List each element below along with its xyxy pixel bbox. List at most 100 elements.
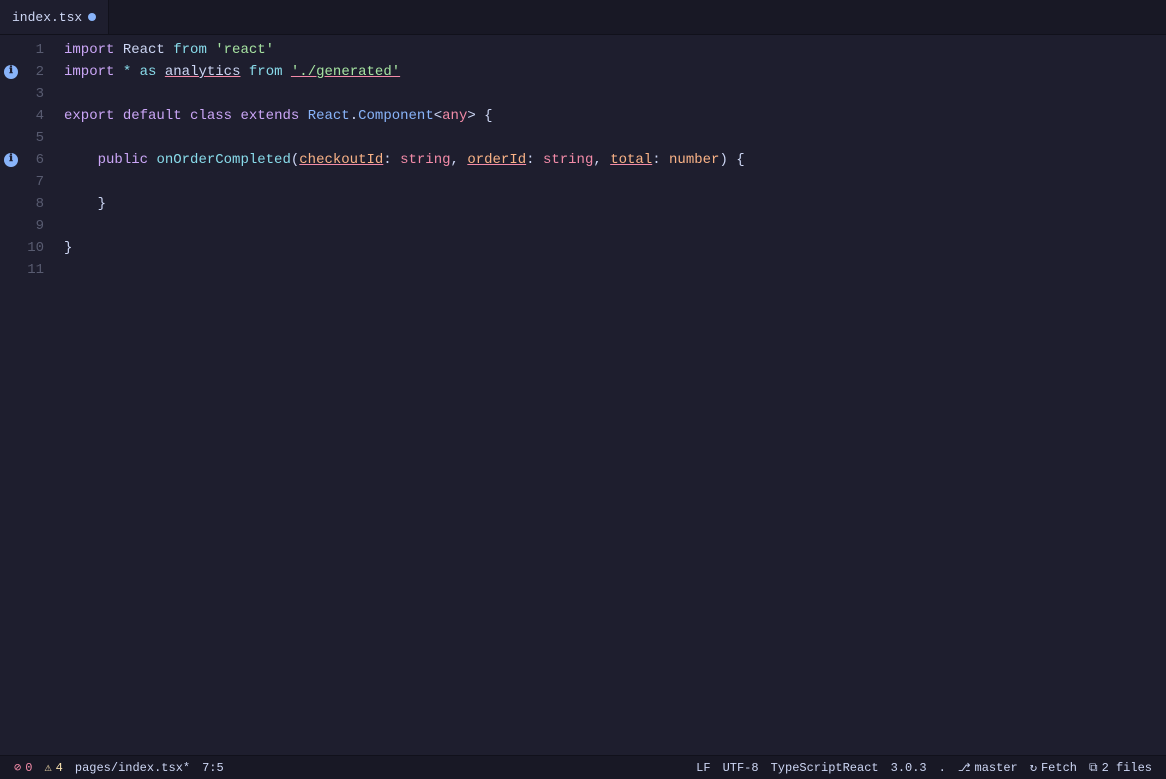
code-editor: 1ℹ2345ℹ67891011 import React from 'react… <box>0 35 1166 755</box>
line-numbers: 1ℹ2345ℹ67891011 <box>0 39 60 755</box>
code-line: } <box>64 237 1166 259</box>
token: . <box>350 105 358 127</box>
token: './generated' <box>291 61 400 83</box>
token <box>64 149 98 171</box>
code-line: import React from 'react' <box>64 39 1166 61</box>
token: class <box>190 105 232 127</box>
line-number: 3 <box>36 83 44 105</box>
token <box>131 61 139 83</box>
gutter-line: 3 <box>0 83 44 105</box>
token <box>114 61 122 83</box>
code-line: export default class extends React.Compo… <box>64 105 1166 127</box>
line-number: 7 <box>36 171 44 193</box>
tab-filename: index.tsx <box>12 10 82 25</box>
line-ending-text: LF <box>696 761 710 775</box>
dot-text: . <box>939 761 946 775</box>
token <box>148 149 156 171</box>
token <box>240 61 248 83</box>
line-number: 8 <box>36 193 44 215</box>
cursor-position[interactable]: 7:5 <box>196 756 230 779</box>
token <box>182 105 190 127</box>
token: , <box>593 149 610 171</box>
token: checkoutId <box>299 149 383 171</box>
fetch-item[interactable]: ↻ Fetch <box>1024 756 1083 779</box>
code-line <box>64 259 1166 281</box>
line-number: 9 <box>36 215 44 237</box>
token: public <box>98 149 148 171</box>
fetch-label: Fetch <box>1041 761 1077 775</box>
code-line: import * as analytics from './generated' <box>64 61 1166 83</box>
line-number: 11 <box>27 259 44 281</box>
token: from <box>173 39 207 61</box>
files-item[interactable]: ⧉ 2 files <box>1083 756 1158 779</box>
line-number: 2 <box>36 61 44 83</box>
code-line <box>64 127 1166 149</box>
sync-icon: ↻ <box>1030 760 1037 775</box>
token: import <box>64 39 114 61</box>
token: onOrderCompleted <box>156 149 290 171</box>
token: > { <box>467 105 492 127</box>
token: ( <box>291 149 299 171</box>
language-mode[interactable]: TypeScriptReact <box>765 756 885 779</box>
token: analytics <box>165 61 241 83</box>
branch-icon: ⎇ <box>958 761 971 775</box>
code-content[interactable]: import React from 'react'import * as ana… <box>60 39 1166 755</box>
files-icon: ⧉ <box>1089 761 1098 775</box>
line-number: 6 <box>36 149 44 171</box>
gutter-line: ℹ6 <box>0 149 44 171</box>
token: export <box>64 105 114 127</box>
code-line <box>64 215 1166 237</box>
gutter-line: 1 <box>0 39 44 61</box>
token: any <box>442 105 467 127</box>
code-line: } <box>64 193 1166 215</box>
token: , <box>451 149 468 171</box>
code-line: public onOrderCompleted(checkoutId: stri… <box>64 149 1166 171</box>
token: default <box>123 105 182 127</box>
token: orderId <box>467 149 526 171</box>
version-item[interactable]: 3.0.3 <box>885 756 933 779</box>
tab-modified-dot <box>88 13 96 21</box>
code-area: 1ℹ2345ℹ67891011 import React from 'react… <box>0 35 1166 755</box>
code-line <box>64 171 1166 193</box>
branch-item[interactable]: ⎇ master <box>952 756 1024 779</box>
token: } <box>64 237 72 259</box>
filepath-item[interactable]: pages/index.tsx* <box>69 756 196 779</box>
tab-index-tsx[interactable]: index.tsx <box>0 0 109 34</box>
token <box>283 61 291 83</box>
token: ) { <box>719 149 744 171</box>
warning-count[interactable]: ⚠ 4 <box>38 756 68 779</box>
language-text: TypeScriptReact <box>771 761 879 775</box>
warning-icon: ⚠ <box>44 760 51 775</box>
token <box>156 61 164 83</box>
token: React <box>114 39 173 61</box>
error-number: 0 <box>25 761 32 775</box>
warning-number: 4 <box>56 761 63 775</box>
token: string <box>400 149 450 171</box>
error-count[interactable]: ⊘ 0 <box>8 756 38 779</box>
line-number: 4 <box>36 105 44 127</box>
error-icon: ⊘ <box>14 760 21 775</box>
token: * <box>123 61 131 83</box>
encoding[interactable]: UTF-8 <box>717 756 765 779</box>
token: : <box>526 149 543 171</box>
gutter-line: 8 <box>0 193 44 215</box>
token <box>207 39 215 61</box>
gutter-line: 4 <box>0 105 44 127</box>
token: : <box>652 149 669 171</box>
token <box>299 105 307 127</box>
gutter-line: 7 <box>0 171 44 193</box>
gutter-line: 9 <box>0 215 44 237</box>
info-icon[interactable]: ℹ <box>4 65 18 79</box>
token: as <box>140 61 157 83</box>
gutter-line: ℹ2 <box>0 61 44 83</box>
line-ending[interactable]: LF <box>690 756 716 779</box>
token: number <box>669 149 719 171</box>
info-icon[interactable]: ℹ <box>4 153 18 167</box>
token: extends <box>240 105 299 127</box>
token: from <box>249 61 283 83</box>
token: total <box>610 149 652 171</box>
filepath-text: pages/index.tsx* <box>75 761 190 775</box>
encoding-text: UTF-8 <box>723 761 759 775</box>
version-text: 3.0.3 <box>891 761 927 775</box>
tab-bar: index.tsx <box>0 0 1166 35</box>
